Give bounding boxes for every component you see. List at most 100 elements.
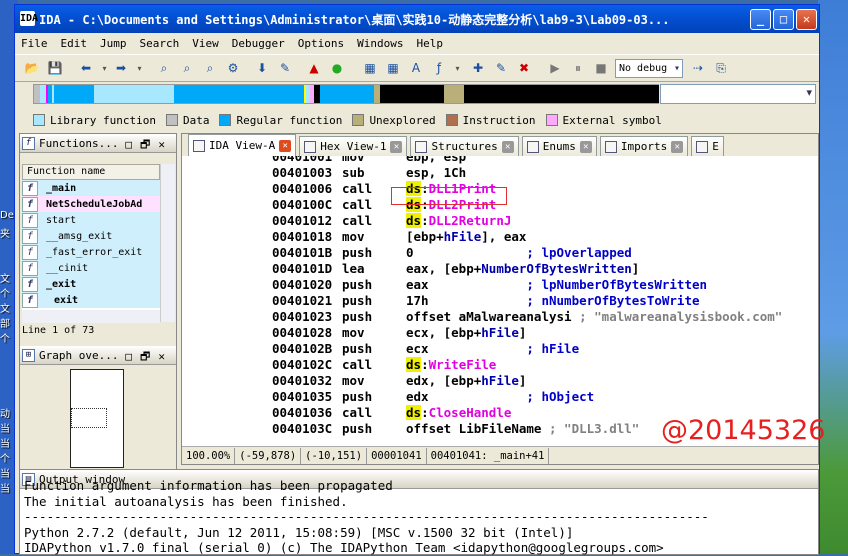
tab-hex-view-1[interactable]: Hex View-1 ✕	[299, 136, 408, 156]
play-icon[interactable]: ▶	[546, 59, 564, 77]
tab-ida-view-a[interactable]: IDA View-A ✕	[188, 134, 297, 156]
close-button[interactable]: ✕	[796, 9, 817, 30]
run-green-icon[interactable]: ●	[328, 59, 346, 77]
function-list-item[interactable]: f exit	[22, 292, 160, 308]
open-icon[interactable]: 📂	[23, 59, 41, 77]
pause-icon[interactable]: ⏸	[569, 59, 587, 77]
disasm-address: 0040101B	[272, 245, 333, 260]
disasm-line[interactable]: 0040100C call ds:DLL2Print	[272, 197, 496, 213]
graph-overview-header[interactable]: ⊞ Graph ove... □🗗✕	[20, 346, 176, 365]
close-tab-icon[interactable]: ✕	[501, 140, 514, 153]
disasm-line[interactable]: 0040101B push 0 ; lpOverlapped	[272, 245, 632, 261]
function-list-item[interactable]: f _main	[22, 180, 160, 196]
disasm-line[interactable]: 00401006 call ds:DLL1Print	[272, 181, 496, 197]
legend-swatch	[33, 114, 45, 126]
navigation-band[interactable]	[33, 84, 659, 104]
add-struct-icon[interactable]: ✚	[469, 59, 487, 77]
functions-panel-title: Functions...	[39, 136, 119, 150]
operand-part: ; lpOverlapped	[413, 245, 632, 260]
debugger-select[interactable]: No debug ▾	[615, 58, 683, 78]
disasm-line[interactable]: 00401018 mov [ebp+hFile], eax	[272, 229, 526, 245]
graph-viewport-rect[interactable]	[71, 408, 107, 428]
menu-file[interactable]: File	[21, 37, 48, 50]
tab-icon	[604, 140, 617, 153]
disasm-address: 00401023	[272, 309, 333, 324]
menu-options[interactable]: Options	[298, 37, 344, 50]
tab-enums[interactable]: Enums ✕	[521, 136, 597, 156]
function-list-item[interactable]: f __cinit	[22, 260, 160, 276]
functions-panel-header[interactable]: f Functions... □🗗✕	[20, 134, 176, 153]
warning-icon[interactable]: ▲	[305, 59, 323, 77]
legend-item: Data	[165, 114, 209, 127]
search-text-icon[interactable]: ⌕	[178, 59, 196, 77]
menu-view[interactable]: View	[192, 37, 219, 50]
disasm-line[interactable]: 00401036 call ds:CloseHandle	[272, 405, 511, 421]
back-icon[interactable]: ⬅	[77, 59, 95, 77]
status-field: 00401041: _main+41	[427, 447, 550, 464]
tab-imports[interactable]: Imports ✕	[599, 136, 689, 156]
disasm-line[interactable]: 00401032 mov edx, [ebp+hFile]	[272, 373, 526, 389]
tab-structures[interactable]: Structures ✕	[410, 136, 519, 156]
nav-band-segment	[444, 85, 464, 103]
function-name-column-header[interactable]: Function name	[22, 164, 160, 180]
tab-e[interactable]: E	[691, 136, 724, 156]
disasm-line[interactable]: 00401001 mov ebp, esp	[272, 156, 466, 165]
stop-icon[interactable]: ■	[592, 59, 610, 77]
search-next-icon[interactable]: ⚙	[224, 59, 242, 77]
panel-buttons[interactable]: □🗗✕	[125, 348, 173, 367]
close-tab-icon[interactable]: ✕	[579, 140, 592, 153]
menu-debugger[interactable]: Debugger	[232, 37, 285, 50]
chevron-down-icon[interactable]: ▾	[100, 59, 109, 77]
disasm-line[interactable]: 00401012 call ds:DLL2ReturnJ	[272, 213, 511, 229]
function-list-item[interactable]: f start	[22, 212, 160, 228]
menu-windows[interactable]: Windows	[357, 37, 403, 50]
disasm-line[interactable]: 0040103C push offset LibFileName ; "DLL3.d…	[272, 421, 639, 437]
save-icon[interactable]: 💾	[46, 59, 64, 77]
mark-icon[interactable]: ✎	[276, 59, 294, 77]
operand-part: WriteFile	[428, 357, 497, 372]
disasm-line[interactable]: 0040101D lea eax, [ebp+NumberOfBytesWritte…	[272, 261, 639, 277]
jump-down-icon[interactable]: ⬇	[253, 59, 271, 77]
function-list-scrollbar[interactable]	[160, 164, 175, 322]
chevron-down-icon[interactable]: ▾	[453, 59, 462, 77]
close-tab-icon[interactable]: ✕	[390, 140, 403, 153]
function-list-item[interactable]: f _fast_error_exit	[22, 244, 160, 260]
function-list-hscrollbar[interactable]	[22, 310, 160, 323]
maximize-button[interactable]: □	[773, 9, 794, 30]
function-list-item[interactable]: f NetScheduleJobAd	[22, 196, 160, 212]
menu-edit[interactable]: Edit	[61, 37, 88, 50]
panel-buttons[interactable]: □🗗✕	[125, 136, 173, 155]
make-code-icon[interactable]: ▦	[361, 59, 379, 77]
disasm-line[interactable]: 0040102B push ecx ; hFile	[272, 341, 579, 357]
function-list-item[interactable]: f _exit	[22, 276, 160, 292]
disasm-line[interactable]: 0040102C call ds:WriteFile	[272, 357, 496, 373]
close-tab-icon[interactable]: ✕	[279, 139, 292, 152]
legend-label: Instruction	[462, 113, 536, 127]
search-imm-icon[interactable]: ⌕	[201, 59, 219, 77]
delete-icon[interactable]: ✖	[515, 59, 533, 77]
function-list-item[interactable]: f __amsg_exit	[22, 228, 160, 244]
edit-func-icon[interactable]: ✎	[492, 59, 510, 77]
menu-help[interactable]: Help	[416, 37, 443, 50]
minimize-button[interactable]: _	[750, 9, 771, 30]
detach-icon[interactable]: ⎘	[712, 59, 730, 77]
disasm-line[interactable]: 00401028 mov ecx, [ebp+hFile]	[272, 325, 526, 341]
title-bar[interactable]: IDA IDA - C:\Documents and Settings\Admi…	[15, 5, 819, 33]
chevron-down-icon[interactable]: ▾	[135, 59, 144, 77]
close-tab-icon[interactable]: ✕	[671, 140, 684, 153]
make-array-icon[interactable]: ƒ	[430, 59, 448, 77]
disasm-line[interactable]: 00401003 sub esp, 1Ch	[272, 165, 466, 181]
disasm-line[interactable]: 00401021 push 17h ; nNumberOfBytesToWrite	[272, 293, 700, 309]
disasm-line[interactable]: 00401020 push eax ; lpNumberOfBytesWritten	[272, 277, 707, 293]
disasm-line[interactable]: 00401023 push offset aMalwareanalysi ; "ma…	[272, 309, 782, 325]
disasm-line[interactable]: 00401035 push edx ; hObject	[272, 389, 594, 405]
attach-icon[interactable]: ⇢	[689, 59, 707, 77]
search-binary-icon[interactable]: ⌕	[155, 59, 173, 77]
segment-combo[interactable]: ▾	[660, 84, 816, 104]
make-data-icon[interactable]: ▦	[384, 59, 402, 77]
menu-search[interactable]: Search	[140, 37, 180, 50]
menu-jump[interactable]: Jump	[100, 37, 127, 50]
make-string-icon[interactable]: A	[407, 59, 425, 77]
output-text[interactable]: Function argument information has been p…	[24, 478, 709, 556]
forward-icon[interactable]: ➡	[112, 59, 130, 77]
